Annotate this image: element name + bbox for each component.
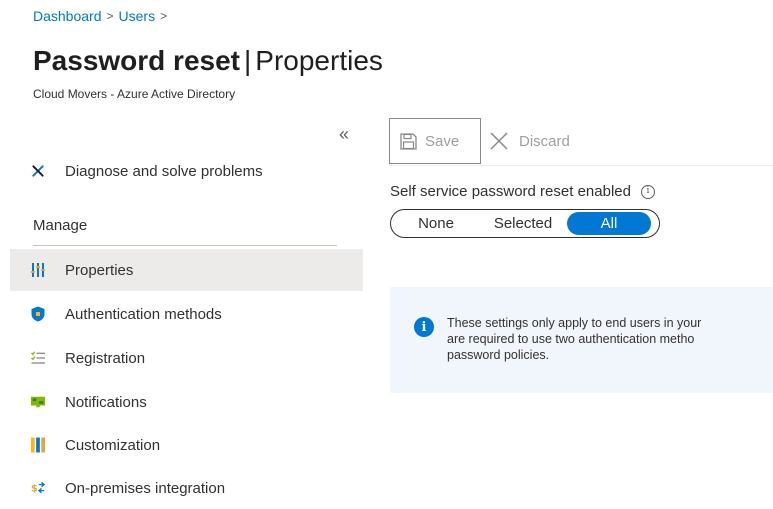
option-selected[interactable]: Selected — [479, 212, 567, 235]
breadcrumb-separator: > — [160, 9, 168, 23]
breadcrumb-dashboard[interactable]: Dashboard — [33, 8, 102, 24]
info-banner-line: password policies. — [447, 348, 550, 362]
sidebar-item-authentication-methods[interactable]: Authentication methods — [10, 293, 363, 335]
divider — [33, 245, 337, 246]
breadcrumb: Dashboard > Users > — [33, 8, 167, 24]
sync-icon: $ — [31, 480, 45, 496]
sidebar-item-label: Registration — [65, 349, 146, 367]
sidebar-item-label: Properties — [65, 261, 134, 279]
sidebar-item-notifications[interactable]: Notifications — [10, 381, 363, 423]
page-title-separator: | — [244, 45, 252, 76]
breadcrumb-separator: > — [106, 9, 114, 23]
wrench-icon — [31, 163, 45, 179]
info-icon: i — [414, 317, 434, 337]
checklist-icon — [31, 350, 45, 366]
sidebar-item-label: Notifications — [65, 393, 147, 411]
close-icon — [489, 131, 509, 151]
info-banner-line: These settings only apply to end users i… — [447, 316, 702, 330]
breadcrumb-users[interactable]: Users — [119, 8, 156, 24]
option-all[interactable]: All — [567, 212, 651, 235]
info-banner: i These settings only apply to end users… — [390, 287, 773, 393]
discard-button[interactable]: Discard — [489, 118, 570, 164]
sidebar-item-on-premises-integration[interactable]: $ On-premises integration — [10, 467, 363, 509]
info-banner-text: These settings only apply to end users i… — [447, 315, 773, 363]
sidebar-item-label: Authentication methods — [65, 305, 222, 323]
info-icon[interactable]: i — [640, 184, 655, 199]
option-none[interactable]: None — [393, 212, 479, 235]
save-icon — [400, 132, 417, 150]
toolbar-divider — [389, 165, 773, 166]
info-banner-line: are required to use two authentication m… — [447, 332, 695, 346]
manage-heading: Manage — [33, 217, 88, 234]
save-button[interactable]: Save — [389, 118, 481, 164]
page-title: Password reset | Properties — [33, 44, 383, 78]
sspr-segmented-control: None Selected All — [390, 209, 660, 238]
sidebar-item-label: Diagnose and solve problems — [65, 162, 263, 180]
page-title-section: Properties — [255, 45, 383, 76]
save-label: Save — [425, 132, 460, 150]
collapse-sidebar-button[interactable]: « — [339, 124, 349, 145]
svg-text:$: $ — [31, 484, 38, 495]
discard-label: Discard — [519, 132, 570, 150]
sidebar-item-label: Customization — [65, 436, 161, 454]
sidebar-item-registration[interactable]: Registration — [10, 337, 363, 379]
sidebar-item-label: On-premises integration — [65, 479, 226, 497]
shield-icon — [31, 306, 45, 322]
page-subtitle: Cloud Movers - Azure Active Directory — [33, 87, 236, 101]
sspr-label: Self service password reset enabled i — [390, 183, 655, 200]
sidebar-item-customization[interactable]: Customization — [10, 424, 363, 466]
page-title-main: Password reset — [33, 45, 240, 76]
sspr-label-text: Self service password reset enabled — [390, 183, 631, 200]
sidebar-item-diagnose[interactable]: Diagnose and solve problems — [10, 150, 363, 192]
customization-icon — [31, 437, 45, 453]
sidebar-item-properties[interactable]: Properties — [10, 249, 363, 291]
notification-icon — [31, 394, 45, 410]
properties-icon — [31, 262, 45, 278]
